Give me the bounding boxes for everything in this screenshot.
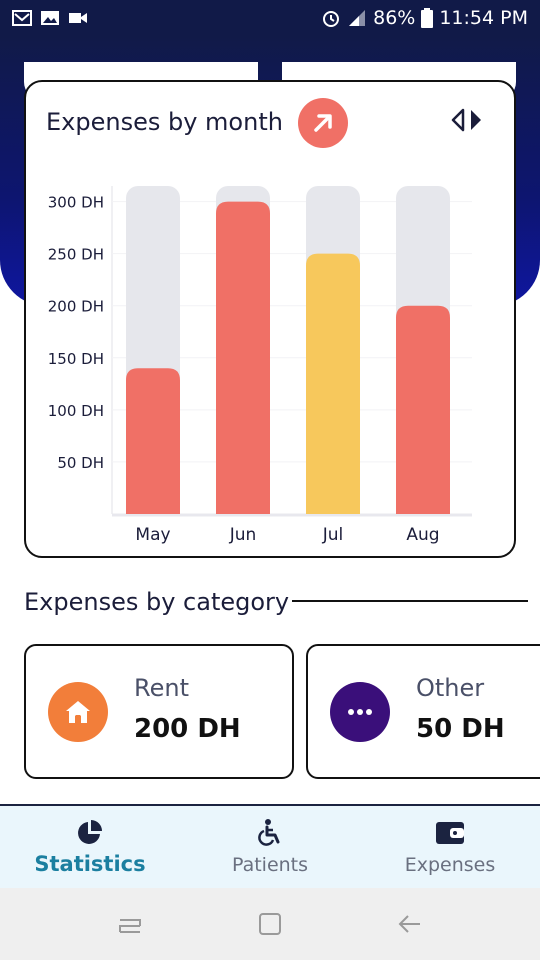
- y-tick-label: 150 DH: [48, 350, 104, 368]
- category-amount: 50 DH: [416, 714, 505, 744]
- alarm-icon: [323, 11, 340, 27]
- bar-jul[interactable]: [306, 253, 360, 514]
- home-icon: [66, 701, 90, 723]
- back-icon[interactable]: [396, 910, 424, 938]
- y-tick-label: 100 DH: [48, 402, 104, 420]
- x-tick-label: Jun: [229, 525, 257, 545]
- bottom-navigation: Statistics Patients Expenses: [0, 804, 540, 888]
- heading-divider: [292, 600, 528, 602]
- clock: 11:54 PM: [439, 7, 528, 29]
- category-card-other[interactable]: Other 50 DH: [306, 644, 540, 779]
- nav-item-statistics[interactable]: Statistics: [0, 806, 180, 888]
- previous-arrow-icon[interactable]: [450, 108, 466, 132]
- next-arrow-icon[interactable]: [468, 108, 484, 132]
- pie-chart-icon: [78, 820, 102, 844]
- image-notification-icon: [41, 11, 59, 25]
- y-tick-label: 250 DH: [48, 246, 104, 264]
- home-button-icon[interactable]: [256, 910, 284, 938]
- category-name: Rent: [134, 674, 189, 702]
- nav-label: Patients: [231, 854, 309, 876]
- more-dots-icon: [348, 709, 372, 715]
- trend-button[interactable]: [298, 98, 348, 148]
- recent-apps-icon[interactable]: [116, 910, 144, 938]
- x-tick-label: Aug: [406, 525, 439, 545]
- x-tick-label: May: [135, 525, 170, 545]
- mail-notification-icon: [12, 10, 32, 26]
- category-amount: 200 DH: [134, 714, 241, 744]
- video-notification-icon: [69, 13, 87, 23]
- y-tick-label: 300 DH: [48, 194, 104, 212]
- nav-item-expenses[interactable]: Expenses: [360, 806, 540, 888]
- chart-title: Expenses by month: [46, 108, 283, 136]
- y-tick-label: 50 DH: [57, 454, 104, 472]
- nav-label: Expenses: [404, 854, 496, 876]
- nav-item-patients[interactable]: Patients: [180, 806, 360, 888]
- nav-label: Statistics: [34, 852, 146, 876]
- x-tick-label: Jul: [322, 525, 344, 545]
- status-bar: 86% 11:54 PM: [0, 0, 540, 36]
- arrow-up-right-icon: [314, 114, 332, 132]
- bar-may[interactable]: [126, 368, 180, 514]
- category-heading: Expenses by category: [24, 588, 290, 616]
- wheelchair-icon: [258, 819, 280, 846]
- category-name: Other: [416, 674, 485, 702]
- bar-aug[interactable]: [396, 305, 450, 514]
- category-icon-other: [330, 682, 390, 742]
- category-card-rent[interactable]: Rent 200 DH: [24, 644, 294, 779]
- expenses-by-month-card: 50 DH 100 DH 150 DH 200 DH 250 DH 300 DH May Ju…: [24, 80, 516, 558]
- bar-jun[interactable]: [216, 201, 270, 514]
- signal-icon: [349, 10, 366, 26]
- battery-icon: [421, 8, 434, 28]
- month-navigation: [450, 108, 484, 132]
- wallet-icon: [436, 822, 464, 844]
- expenses-bar-chart: 50 DH 100 DH 150 DH 200 DH 250 DH 300 DH May Ju…: [48, 186, 472, 545]
- category-icon-rent: [48, 682, 108, 742]
- system-navigation-bar: [0, 888, 540, 960]
- y-tick-label: 200 DH: [48, 298, 104, 316]
- battery-percentage: 86%: [373, 7, 416, 29]
